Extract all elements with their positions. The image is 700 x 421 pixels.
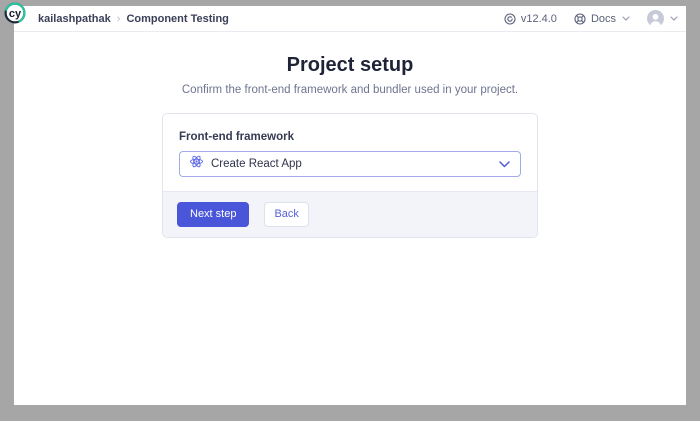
desktop-background: cy kailashpathak › Component Testing bbox=[0, 0, 700, 421]
top-navbar: cy kailashpathak › Component Testing bbox=[14, 6, 686, 32]
version-update-icon bbox=[504, 13, 516, 25]
user-menu[interactable] bbox=[647, 10, 678, 27]
cypress-logo[interactable]: cy bbox=[4, 2, 26, 24]
docs-menu[interactable]: Docs bbox=[574, 13, 630, 25]
chevron-down-icon bbox=[622, 16, 630, 21]
version-badge[interactable]: v12.4.0 bbox=[504, 13, 557, 25]
docs-icon bbox=[574, 13, 586, 25]
next-step-button[interactable]: Next step bbox=[177, 202, 249, 227]
framework-select-value: Create React App bbox=[211, 158, 302, 170]
breadcrumb: kailashpathak › Component Testing bbox=[38, 13, 229, 25]
avatar bbox=[647, 10, 664, 27]
breadcrumb-separator-icon: › bbox=[117, 13, 121, 25]
version-label: v12.4.0 bbox=[521, 13, 557, 25]
breadcrumb-page: Component Testing bbox=[126, 13, 228, 25]
main-content: Project setup Confirm the front-end fram… bbox=[14, 54, 686, 238]
framework-label: Front-end framework bbox=[179, 131, 521, 143]
page-subtitle: Confirm the front-end framework and bund… bbox=[14, 84, 686, 96]
react-icon bbox=[190, 155, 203, 173]
svg-text:cy: cy bbox=[9, 8, 22, 20]
chevron-down-icon bbox=[670, 16, 678, 21]
app-window: cy kailashpathak › Component Testing bbox=[14, 6, 686, 405]
card-footer: Next step Back bbox=[163, 191, 537, 237]
chevron-down-icon bbox=[499, 161, 510, 168]
page-title: Project setup bbox=[14, 54, 686, 76]
card-body: Front-end framework Create React App bbox=[163, 114, 537, 191]
back-button[interactable]: Back bbox=[264, 202, 308, 227]
project-setup-card: Front-end framework Create React App bbox=[162, 113, 538, 238]
docs-label: Docs bbox=[591, 13, 616, 25]
navbar-right: v12.4.0 Docs bbox=[504, 10, 678, 27]
framework-select[interactable]: Create React App bbox=[179, 151, 521, 177]
breadcrumb-project[interactable]: kailashpathak bbox=[38, 13, 111, 25]
